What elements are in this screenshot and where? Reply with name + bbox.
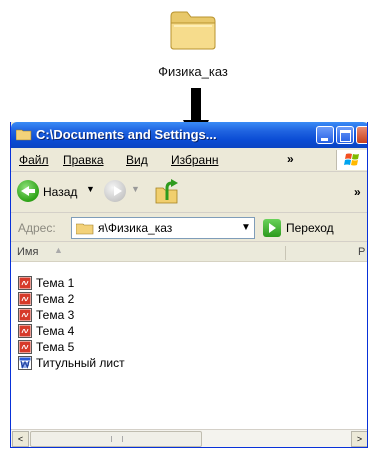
forward-dropdown-icon[interactable]: ▼ [131,184,140,194]
pdf-file-icon [18,324,32,338]
column-name[interactable]: Имя [17,246,38,258]
folder-icon [76,223,94,235]
address-bar: Адрес: я\Физика_каз ▼ Переход [11,214,367,242]
menu-more-button[interactable]: » [287,152,294,166]
folder-icon [16,129,32,141]
folder-up-icon[interactable] [153,178,181,206]
back-button-label[interactable]: Назад [43,185,77,199]
menu-view[interactable]: Вид [126,153,148,167]
pdf-file-icon [18,292,32,306]
explorer-window: C:\Documents and Settings... Файл Правка… [10,122,368,448]
scroll-thumb[interactable] [30,431,202,447]
close-button[interactable] [356,126,367,144]
column-divider[interactable] [285,246,286,260]
address-label: Адрес: [18,221,56,235]
file-name[interactable]: Тема 5 [36,340,74,354]
scroll-left-button[interactable]: < [12,431,29,447]
windows-logo-icon [336,150,367,170]
file-name[interactable]: Титульный лист [36,356,125,370]
menu-file[interactable]: Файл [19,153,49,167]
word-document-icon [18,356,32,370]
desktop-folder-label[interactable]: Физика_каз [120,64,266,79]
folder-icon[interactable] [168,6,218,52]
scroll-grip-icon [111,436,123,442]
go-arrow-icon[interactable] [263,219,281,237]
back-arrow-icon[interactable] [17,180,39,202]
list-item[interactable]: Тема 1 [18,275,218,291]
forward-arrow-icon[interactable] [104,180,126,202]
menu-bar: Файл Правка Вид Избранн » [11,148,367,172]
toolbar-more-button[interactable]: » [354,185,361,199]
horizontal-scrollbar[interactable]: < > [11,429,367,447]
menu-edit[interactable]: Правка [63,153,104,167]
list-item[interactable]: Тема 2 [18,291,218,307]
title-bar[interactable]: C:\Documents and Settings... [11,122,367,148]
minimize-button[interactable] [316,126,334,144]
column-size[interactable]: Р [358,246,365,258]
back-dropdown-icon[interactable]: ▼ [86,184,95,194]
column-header: Имя ▲ Р [11,243,367,262]
scroll-right-button[interactable]: > [351,431,367,447]
address-dropdown-icon[interactable]: ▼ [238,219,254,237]
file-name[interactable]: Тема 3 [36,308,74,322]
list-item[interactable]: Тема 4 [18,323,218,339]
pdf-file-icon [18,308,32,322]
list-item[interactable]: Титульный лист [18,355,218,371]
pdf-file-icon [18,340,32,354]
list-item[interactable]: Тема 5 [18,339,218,355]
window-title: C:\Documents and Settings... [36,127,217,142]
address-value[interactable]: я\Физика_каз [98,221,172,235]
maximize-button[interactable] [336,126,354,144]
sort-ascending-icon: ▲ [54,245,63,255]
file-name[interactable]: Тема 2 [36,292,74,306]
file-list: Имя ▲ Р Тема 1 Тема 2 Тема 3 Тема 4 Тема… [11,243,367,429]
pdf-file-icon [18,276,32,290]
menu-favorites[interactable]: Избранн [171,153,218,167]
toolbar: Назад ▼ ▼ » [11,173,367,213]
address-input[interactable]: я\Физика_каз ▼ [71,217,255,239]
file-name[interactable]: Тема 1 [36,276,74,290]
list-item[interactable]: Тема 3 [18,307,218,323]
go-button-label[interactable]: Переход [286,221,334,235]
file-name[interactable]: Тема 4 [36,324,74,338]
